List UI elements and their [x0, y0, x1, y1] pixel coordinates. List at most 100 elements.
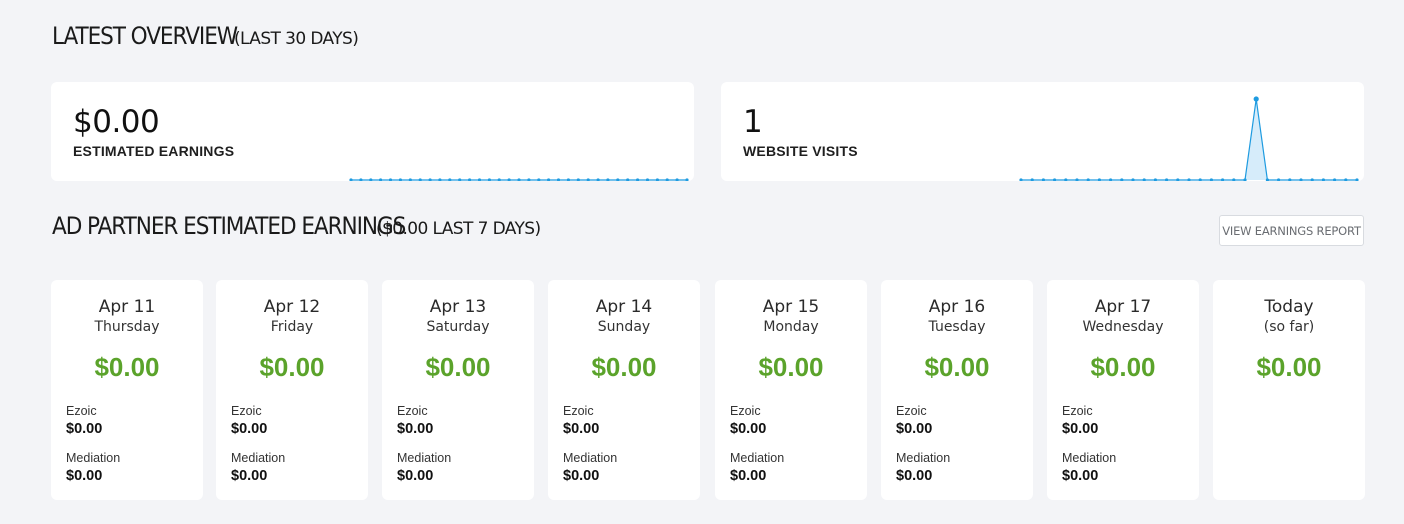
ezoic-value: $0.00: [231, 421, 268, 437]
day-card-apr-16[interactable]: Apr 16 Tuesday $0.00 Ezoic $0.00 Mediati…: [881, 280, 1033, 500]
sparkline-point: [1142, 178, 1146, 181]
website-visits-label: WEBSITE VISITS: [743, 143, 858, 159]
sparkline-point: [1153, 178, 1157, 181]
mediation-label: Mediation: [1062, 451, 1117, 465]
sparkline-point: [586, 178, 590, 181]
estimated-earnings-value: $0.00: [73, 104, 160, 140]
sparkline-point: [675, 178, 679, 181]
sparkline-point: [1165, 178, 1169, 181]
day-date: Apr 11: [98, 297, 156, 317]
sparkline-point: [1209, 178, 1213, 181]
day-card-apr-12[interactable]: Apr 12 Friday $0.00 Ezoic $0.00 Mediatio…: [216, 280, 368, 500]
sparkline-point: [1120, 178, 1124, 181]
sparkline-point: [1232, 178, 1236, 181]
sparkline-point: [1253, 96, 1259, 102]
ezoic-value: $0.00: [1062, 421, 1099, 437]
sparkline-line: [1021, 98, 1357, 181]
mediation-label: Mediation: [397, 451, 452, 465]
day-weekday: Sunday: [597, 319, 651, 335]
day-weekday: Wednesday: [1082, 319, 1164, 335]
day-total-earnings: $0.00: [1090, 352, 1156, 382]
sparkline-point: [596, 178, 600, 181]
day-weekday: Monday: [763, 319, 819, 335]
sparkline-point: [349, 178, 353, 181]
sparkline-point: [477, 178, 482, 181]
ezoic-label: Ezoic: [896, 404, 927, 418]
sparkline-point: [1030, 178, 1034, 181]
sparkline-point: [685, 178, 689, 181]
ezoic-label: Ezoic: [730, 404, 761, 418]
sparkline-point: [655, 178, 659, 181]
ezoic-value: $0.00: [397, 421, 434, 437]
sparkline-point: [645, 178, 650, 181]
sparkline-point: [1288, 178, 1292, 181]
sparkline-point: [458, 178, 462, 181]
estimated-earnings-card[interactable]: $0.00 ESTIMATED EARNINGS: [51, 82, 694, 181]
latest-overview-title: LATEST OVERVIEW: [52, 22, 238, 50]
sparkline-point: [1355, 178, 1359, 181]
mediation-value: $0.00: [1062, 468, 1099, 484]
sparkline-point: [1333, 178, 1337, 181]
day-weekday: Tuesday: [928, 319, 986, 335]
day-total-earnings: $0.00: [591, 352, 657, 382]
ad-partner-heading: AD PARTNER ESTIMATED EARNINGS ($0.00 LAS…: [52, 212, 541, 240]
mediation-value: $0.00: [563, 468, 600, 484]
day-card-apr-17[interactable]: Apr 17 Wednesday $0.00 Ezoic $0.00 Media…: [1047, 280, 1199, 500]
day-card-apr-13[interactable]: Apr 13 Saturday $0.00 Ezoic $0.00 Mediat…: [382, 280, 534, 500]
latest-overview-period: (LAST 30 DAYS): [234, 29, 359, 49]
ad-partner-title: AD PARTNER ESTIMATED EARNINGS: [52, 212, 406, 240]
ezoic-value: $0.00: [730, 421, 767, 437]
sparkline-point: [1086, 178, 1090, 181]
website-visits-value: 1: [743, 104, 763, 140]
day-total-earnings: $0.00: [259, 352, 325, 382]
day-weekday: Thursday: [94, 319, 160, 335]
day-card-apr-11[interactable]: Apr 11 Thursday $0.00 Ezoic $0.00 Mediat…: [51, 280, 203, 500]
sparkline-point: [448, 178, 452, 181]
ezoic-label: Ezoic: [563, 404, 594, 418]
ezoic-label: Ezoic: [1062, 404, 1093, 418]
day-total-earnings: $0.00: [758, 352, 824, 382]
day-total-earnings: $0.00: [924, 352, 990, 382]
sparkline-point: [1344, 178, 1348, 181]
sparkline-point: [1176, 178, 1180, 181]
mediation-value: $0.00: [730, 468, 767, 484]
mediation-value: $0.00: [231, 468, 268, 484]
sparkline-point: [1221, 178, 1225, 181]
day-card-today[interactable]: Today (so far) $0.00: [1213, 280, 1365, 500]
latest-overview-heading: LATEST OVERVIEW (LAST 30 DAYS): [52, 22, 359, 50]
day-card-apr-15[interactable]: Apr 15 Monday $0.00 Ezoic $0.00 Mediatio…: [715, 280, 867, 500]
sparkline-point: [379, 178, 383, 181]
sparkline-point: [576, 178, 580, 181]
sparkline-point: [428, 178, 432, 181]
sparkline-point: [438, 178, 442, 181]
ezoic-value: $0.00: [896, 421, 933, 437]
sparkline-point: [487, 178, 491, 181]
sparkline-point: [616, 178, 620, 181]
sparkline-point: [566, 178, 570, 181]
sparkline-point: [1019, 178, 1023, 181]
sparkline-point: [1310, 178, 1314, 181]
mediation-value: $0.00: [66, 468, 103, 484]
day-date: Apr 12: [263, 297, 321, 317]
ezoic-label: Ezoic: [66, 404, 97, 418]
sparkline-point: [1321, 178, 1325, 181]
sparkline-point: [1299, 178, 1303, 181]
sparkline-point: [527, 178, 531, 181]
sparkline-point: [468, 178, 472, 181]
day-date: Apr 16: [928, 297, 986, 317]
visits-sparkline: [1019, 96, 1359, 181]
sparkline-point: [359, 178, 363, 181]
sparkline-point: [497, 178, 501, 181]
mediation-label: Mediation: [231, 451, 286, 465]
day-date: Apr 15: [762, 297, 820, 317]
sparkline-point: [1064, 178, 1068, 181]
today-total-earnings: $0.00: [1256, 352, 1322, 382]
mediation-label: Mediation: [730, 451, 785, 465]
ezoic-value: $0.00: [66, 421, 103, 437]
ezoic-label: Ezoic: [397, 404, 428, 418]
earnings-sparkline: [349, 178, 689, 181]
day-card-apr-14[interactable]: Apr 14 Sunday $0.00 Ezoic $0.00 Mediatio…: [548, 280, 700, 500]
day-weekday: Saturday: [426, 319, 490, 335]
view-earnings-report-button[interactable]: VIEW EARNINGS REPORT: [1219, 215, 1364, 246]
website-visits-card[interactable]: 1 WEBSITE VISITS: [721, 82, 1364, 181]
